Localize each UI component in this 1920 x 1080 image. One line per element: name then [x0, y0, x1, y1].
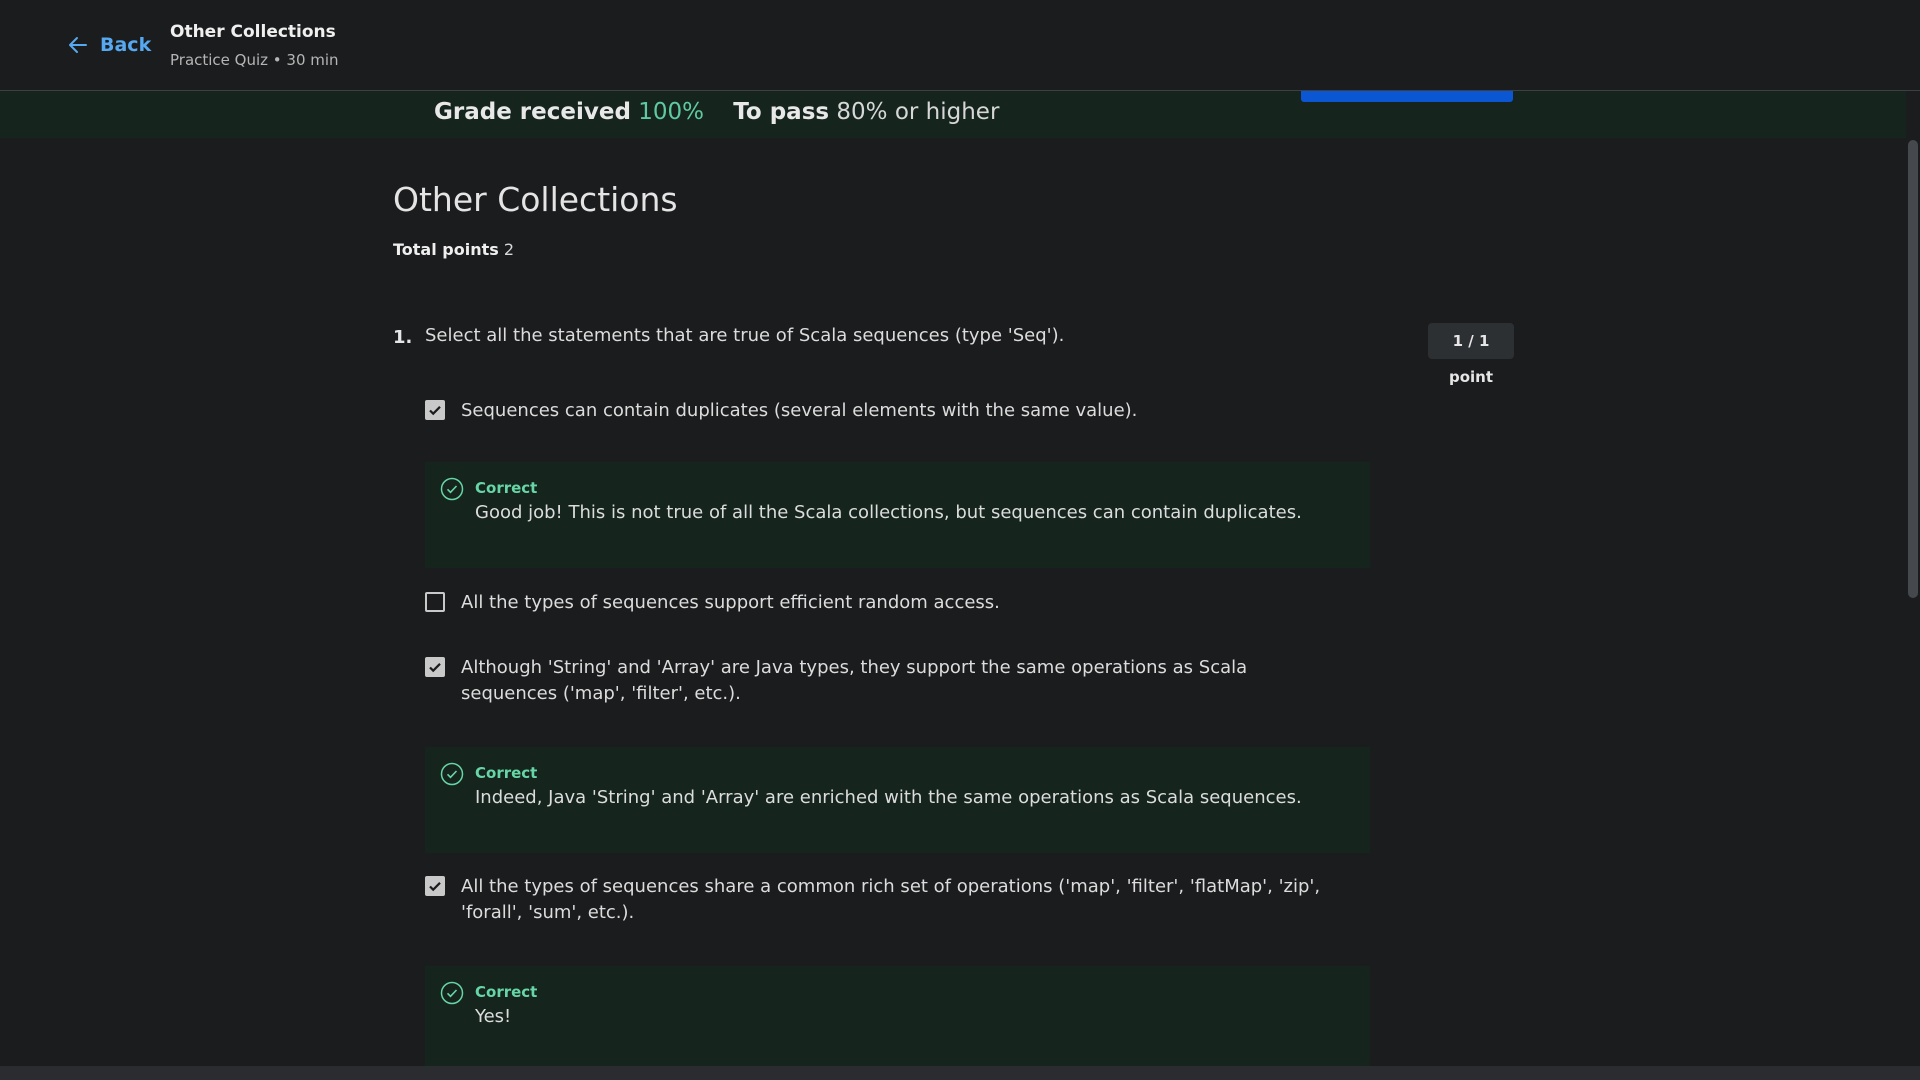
feedback-text: Good job! This is not true of all the Sc…: [475, 502, 1302, 523]
top-header: Back Other Collections Practice Quiz • 3…: [0, 0, 1920, 91]
pass-label: To pass: [733, 99, 830, 125]
question-number: 1.: [393, 327, 413, 348]
checkmark-icon: [429, 406, 441, 416]
arrow-left-icon: [69, 37, 87, 53]
answer-option[interactable]: Although 'String' and 'Array' are Java t…: [425, 655, 1341, 707]
answer-option[interactable]: All the types of sequences support effic…: [425, 590, 1341, 616]
answer-option[interactable]: All the types of sequences share a commo…: [425, 874, 1341, 926]
feedback-correct: Correct Indeed, Java 'String' and 'Array…: [425, 747, 1370, 853]
header-subtitle: Practice Quiz • 30 min: [170, 51, 339, 69]
option-label: All the types of sequences share a commo…: [461, 876, 1321, 923]
checkbox-checked[interactable]: [425, 400, 445, 420]
check-circle-icon: [440, 477, 464, 501]
feedback-title: Correct: [475, 764, 538, 782]
grade-banner: Grade received 100% To pass 80% or highe…: [0, 90, 1906, 138]
checkmark-icon: [429, 663, 441, 673]
grade-received-value: 100%: [638, 99, 705, 125]
total-points-value: 2: [503, 240, 515, 259]
checkbox-checked[interactable]: [425, 657, 445, 677]
pass-value: 80% or higher: [836, 99, 1000, 125]
grade-summary: Grade received 100% To pass 80% or highe…: [434, 99, 1000, 125]
option-label: All the types of sequences support effic…: [461, 592, 1000, 613]
checkbox-checked[interactable]: [425, 876, 445, 896]
header-title: Other Collections: [170, 22, 336, 42]
points-badge: 1 / 1 point: [1428, 323, 1514, 386]
quiz-title: Other Collections: [393, 180, 678, 219]
feedback-text: Indeed, Java 'String' and 'Array' are en…: [475, 787, 1302, 808]
total-points-label: Total points: [393, 240, 499, 259]
total-points: Total points 2: [393, 240, 514, 259]
back-button[interactable]: Back: [66, 33, 151, 57]
checkmark-icon: [429, 882, 441, 892]
feedback-text: Yes!: [475, 1006, 512, 1027]
check-circle-icon: [440, 981, 464, 1005]
question-text: Select all the statements that are true …: [425, 325, 1065, 346]
primary-action-button[interactable]: [1301, 90, 1513, 102]
grade-received-label: Grade received: [434, 99, 631, 125]
feedback-title: Correct: [475, 983, 538, 1001]
check-circle-icon: [440, 762, 464, 786]
option-label: Sequences can contain duplicates (severa…: [461, 400, 1138, 421]
feedback-correct: Correct Good job! This is not true of al…: [425, 462, 1370, 568]
option-label: Although 'String' and 'Array' are Java t…: [461, 657, 1248, 704]
checkbox-unchecked[interactable]: [425, 592, 445, 612]
horizontal-scrollbar[interactable]: [0, 1066, 1920, 1080]
back-label: Back: [100, 34, 152, 56]
feedback-correct: Correct Yes!: [425, 966, 1370, 1066]
answer-option[interactable]: Sequences can contain duplicates (severa…: [425, 398, 1341, 424]
vertical-scrollbar-thumb[interactable]: [1908, 140, 1918, 598]
feedback-title: Correct: [475, 479, 538, 497]
